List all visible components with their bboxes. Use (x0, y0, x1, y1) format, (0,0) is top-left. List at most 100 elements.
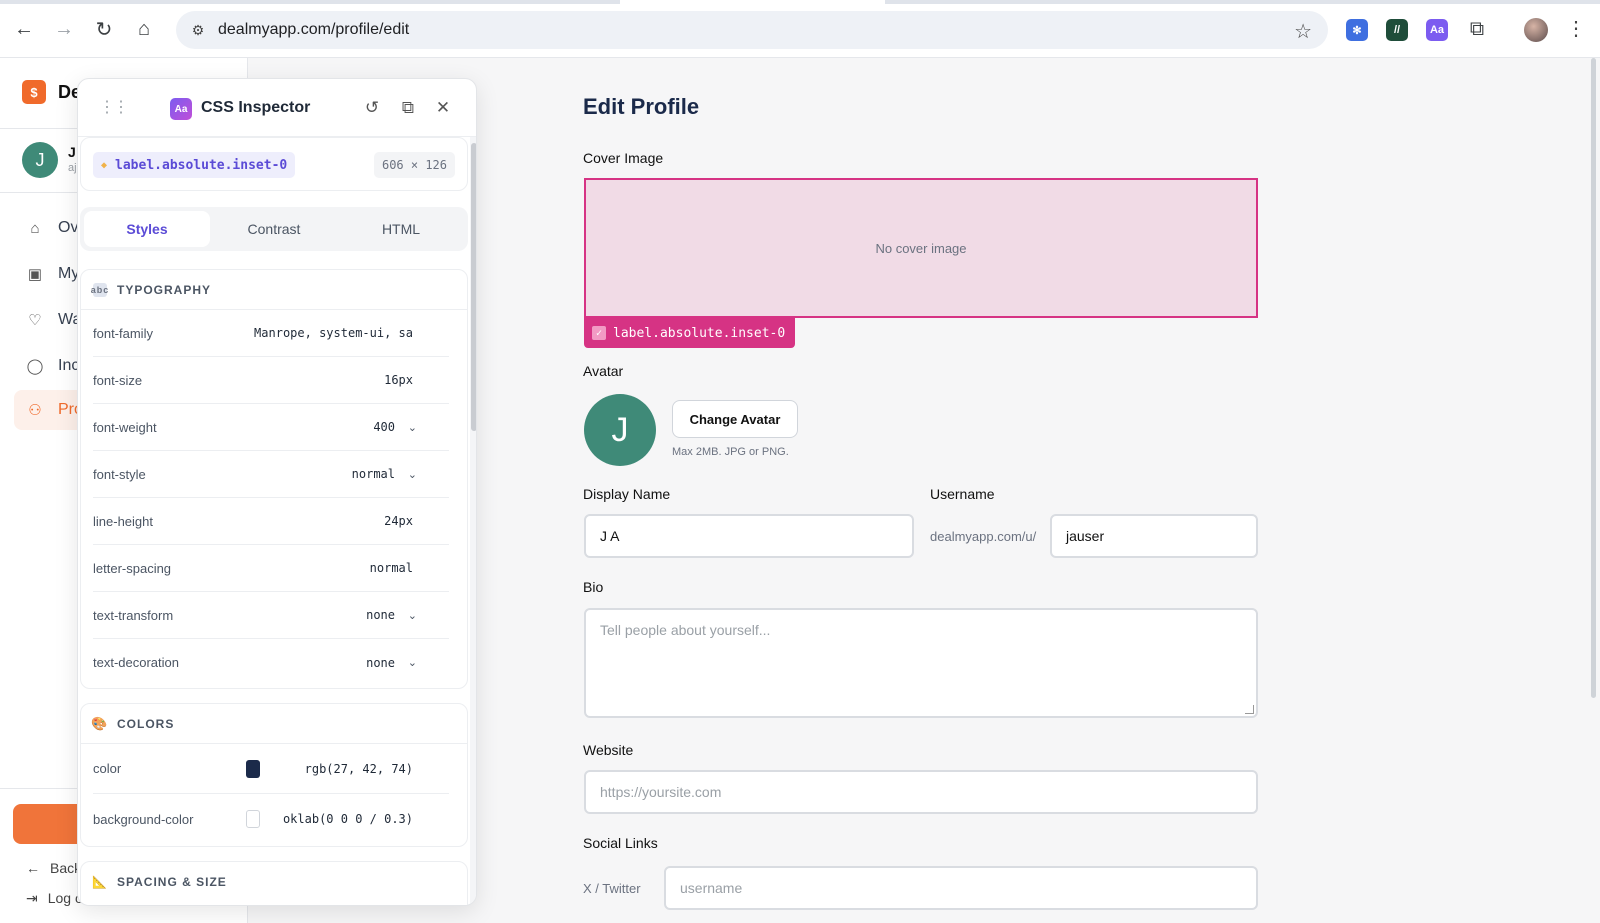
tab-contrast[interactable]: Contrast (211, 211, 337, 247)
extension-check-icon[interactable]: // (1386, 19, 1408, 41)
prop-name: line-height (93, 513, 153, 529)
chat-icon: ◯ (26, 358, 44, 375)
prop-row-font-size[interactable]: font-size 16px (93, 357, 449, 404)
inspector-scroll-thumb[interactable] (471, 143, 476, 431)
profile-avatar[interactable] (1524, 18, 1548, 42)
url-text[interactable]: dealmyapp.com/profile/edit (218, 21, 409, 39)
chevron-down-icon[interactable]: ⌄ (408, 656, 417, 669)
prop-row-text-decoration[interactable]: text-decoration none ⌄ (93, 639, 449, 686)
colors-section: 🎨 COLORS color rgb(27, 42, 74) backgroun… (80, 703, 468, 847)
extension-aa-icon[interactable]: Aa (1426, 19, 1448, 41)
back-icon[interactable]: ← (9, 14, 39, 44)
avatar-hint: Max 2MB. JPG or PNG. (672, 446, 789, 458)
prop-value[interactable]: oklab(0 0 0 / 0.3) (283, 812, 413, 826)
change-avatar-button[interactable]: Change Avatar (672, 400, 798, 438)
prop-name: font-family (93, 325, 153, 341)
prop-name: text-decoration (93, 655, 179, 670)
highlight-selector-text: label.absolute.inset-0 (613, 325, 786, 341)
display-name-label: Display Name (583, 486, 671, 502)
typography-heading[interactable]: abc TYPOGRAPHY (81, 270, 467, 310)
prop-name: background-color (93, 811, 194, 827)
extension-gear-icon[interactable]: ✻ (1346, 19, 1368, 41)
ruler-icon: 📐 (92, 875, 108, 889)
page-title: Edit Profile (583, 94, 700, 119)
chevron-down-icon[interactable]: ⌄ (408, 468, 417, 481)
forward-icon[interactable]: → (49, 14, 79, 44)
color-swatch[interactable] (246, 810, 260, 828)
username-input[interactable]: jauser (1050, 514, 1258, 558)
chevron-down-icon[interactable]: ⌄ (408, 609, 417, 622)
heart-icon: ♡ (28, 312, 42, 329)
tag-icon: ◆ (101, 159, 108, 171)
browser-toolbar: ← → ↻ ⌂ ⚙ dealmyapp.com/profile/edit ☆ ✻… (0, 0, 1600, 58)
home-icon: ⌂ (30, 219, 40, 237)
bag-icon: ▣ (27, 266, 43, 283)
inspector-logo: Aa (170, 98, 192, 120)
prop-row-color[interactable]: color rgb(27, 42, 74) (93, 744, 449, 794)
back-link[interactable]: ← Back (26, 860, 81, 876)
bio-textarea[interactable]: Tell people about yourself... (584, 608, 1258, 718)
sidebar-user-avatar: J (22, 142, 58, 178)
prop-row-font-weight[interactable]: font-weight 400 ⌄ (93, 404, 449, 451)
tab-html[interactable]: HTML (338, 211, 464, 247)
drag-handle-icon[interactable]: ⋮⋮ (99, 97, 129, 117)
prop-row-background-color[interactable]: background-color oklab(0 0 0 / 0.3) (93, 794, 449, 844)
prop-value[interactable]: none (366, 608, 395, 622)
site-settings-icon[interactable]: ⚙ (186, 18, 210, 42)
sidebar-user-name: J (68, 144, 76, 160)
prop-value[interactable]: 16px (384, 373, 413, 387)
display-name-input[interactable]: J A (584, 514, 914, 558)
twitter-input[interactable]: username (664, 866, 1258, 910)
spacing-heading[interactable]: 📐 SPACING & SIZE (81, 862, 467, 902)
colors-heading-text: COLORS (117, 716, 175, 731)
prop-value[interactable]: normal (370, 561, 413, 575)
page-scrollbar[interactable] (1591, 58, 1596, 698)
arrow-left-icon: ← (26, 860, 40, 876)
tab-styles[interactable]: Styles (84, 211, 210, 247)
prop-row-font-style[interactable]: font-style normal ⌄ (93, 451, 449, 498)
prop-value[interactable]: Manrope, system-ui, sa (254, 326, 413, 340)
typography-section: abc TYPOGRAPHY font-family Manrope, syst… (80, 269, 468, 689)
inspector-scrollbar[interactable] (470, 137, 476, 905)
browser-menu-icon[interactable]: ⋮ (1566, 16, 1586, 41)
prop-value[interactable]: normal (352, 467, 395, 481)
cover-image-label: Cover Image (583, 150, 664, 166)
brand-logo[interactable]: $ (22, 80, 46, 104)
inspector-highlight-tag: ✓ label.absolute.inset-0 (584, 318, 796, 348)
prop-row-font-family[interactable]: font-family Manrope, system-ui, sa (93, 310, 449, 357)
close-icon[interactable]: ✕ (431, 96, 455, 120)
prop-row-letter-spacing[interactable]: letter-spacing normal (93, 545, 449, 592)
active-tab-indicator[interactable] (620, 0, 885, 4)
prop-value[interactable]: rgb(27, 42, 74) (305, 762, 413, 776)
reset-icon[interactable]: ↺ (360, 96, 384, 120)
cover-empty-text: No cover image (875, 240, 967, 256)
prop-value[interactable]: 24px (384, 514, 413, 528)
avatar: J (584, 394, 656, 466)
resize-handle[interactable] (1245, 705, 1254, 714)
color-swatch[interactable] (246, 759, 260, 778)
username-label: Username (930, 486, 995, 502)
typography-icon: abc (90, 282, 110, 297)
extensions-puzzle-icon[interactable]: ⧉ (1462, 14, 1492, 44)
address-bar[interactable]: ⚙ dealmyapp.com/profile/edit ☆ (176, 11, 1328, 49)
selector-card: ◆ label.absolute.inset-0 606 × 126 (80, 137, 468, 191)
website-label: Website (583, 742, 634, 758)
inspector-body: ◆ label.absolute.inset-0 606 × 126 Style… (78, 137, 470, 905)
selector-chip[interactable]: ◆ label.absolute.inset-0 (93, 152, 296, 178)
bookmark-star-icon[interactable]: ☆ (1294, 19, 1312, 44)
inspector-header: ⋮⋮ Aa CSS Inspector ↺ ⧉ ✕ (78, 79, 476, 137)
website-input[interactable]: https://yoursite.com (584, 770, 1258, 814)
logout-link[interactable]: ⇥ Log o (26, 890, 83, 907)
copy-icon[interactable]: ⧉ (396, 96, 420, 120)
prop-row-line-height[interactable]: line-height 24px (93, 498, 449, 545)
colors-heading[interactable]: 🎨 COLORS (81, 704, 467, 744)
chevron-down-icon[interactable]: ⌄ (408, 421, 417, 434)
home-icon[interactable]: ⌂ (129, 14, 159, 44)
spacing-section: 📐 SPACING & SIZE (80, 861, 468, 905)
cover-image-dropzone[interactable]: No cover image (584, 178, 1258, 318)
css-inspector-panel: ⋮⋮ Aa CSS Inspector ↺ ⧉ ✕ ◆ label.absolu… (77, 78, 477, 906)
prop-value[interactable]: none (366, 656, 395, 670)
prop-value[interactable]: 400 (373, 420, 395, 434)
reload-icon[interactable]: ↻ (89, 14, 119, 44)
prop-row-text-transform[interactable]: text-transform none ⌄ (93, 592, 449, 639)
